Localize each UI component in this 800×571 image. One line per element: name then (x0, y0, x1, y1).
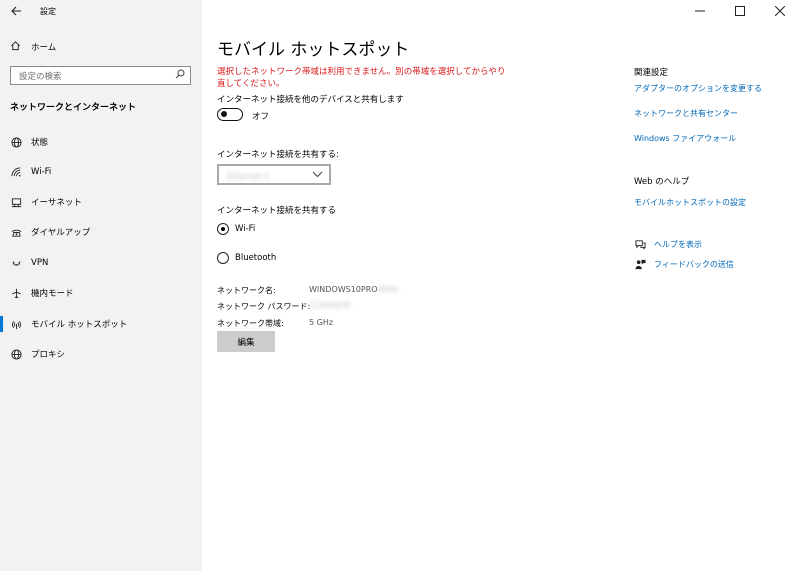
section-heading: ネットワークとインターネット (10, 103, 137, 113)
link-windows-firewall[interactable]: Windows ファイアウォール (634, 133, 736, 144)
password-label: ネットワーク パスワード: (217, 302, 311, 311)
radio-bluetooth[interactable]: Bluetooth (217, 252, 276, 264)
chevron-down-icon (312, 171, 323, 181)
sidebar: 設定 ホーム 設定の検索 ネットワークとインターネット 状態 Wi-Fi イーサ… (0, 0, 202, 571)
sidebar-item-ethernet[interactable]: イーサネット (0, 191, 202, 213)
sidebar-item-label: モバイル ホットスポット (31, 320, 128, 330)
search-icon[interactable] (175, 69, 185, 82)
airplane-icon (10, 287, 22, 299)
band-value: 5 GHz (309, 318, 334, 327)
hotspot-toggle[interactable] (217, 108, 243, 121)
search-input[interactable]: 設定の検索 (10, 66, 191, 85)
network-name-label: ネットワーク名: (217, 286, 276, 295)
radio-wifi[interactable]: Wi-Fi (217, 223, 255, 235)
main-content: モバイル ホットスポット 選択したネットワーク帯域は利用できません。別の帯域を選… (202, 0, 800, 571)
sidebar-item-status[interactable]: 状態 (0, 131, 202, 153)
chat-help-icon (634, 238, 646, 250)
error-message: 選択したネットワーク帯域は利用できません。別の帯域を選択してからやり直してくださ… (217, 67, 506, 89)
home-label: ホーム (31, 43, 57, 53)
share-with-others-label: インターネット接続を他のデバイスと共有します (217, 95, 404, 105)
network-name-value: WINDOWS10PRO 0000 (309, 285, 398, 294)
share-from-label: インターネット接続を共有する: (217, 150, 339, 160)
wifi-icon (10, 166, 22, 178)
share-from-value: Ethernet 2 (227, 172, 270, 181)
sidebar-item-label: ダイヤルアップ (31, 228, 91, 238)
link-adapter-options[interactable]: アダプターのオプションを変更する (634, 83, 762, 94)
password-value: 12345678 (309, 301, 350, 310)
sidebar-item-label: プロキシ (31, 350, 66, 360)
related-settings-heading: 関連設定 (634, 68, 669, 78)
sidebar-item-airplane[interactable]: 機内モード (0, 282, 202, 304)
feedback-row[interactable]: フィードバックの送信 (634, 258, 734, 270)
maximize-icon[interactable] (720, 0, 760, 22)
toggle-state-label: オフ (252, 112, 270, 122)
radio-label: Wi-Fi (235, 224, 256, 234)
hotspot-icon (10, 318, 22, 330)
sidebar-item-label: 状態 (31, 138, 49, 148)
link-network-sharing-center[interactable]: ネットワークと共有センター (634, 108, 738, 119)
sidebar-item-wifi[interactable]: Wi-Fi (0, 161, 202, 183)
globe-icon (10, 348, 22, 360)
home-icon (10, 40, 21, 54)
sidebar-item-proxy[interactable]: プロキシ (0, 343, 202, 365)
link-hotspot-settings-help[interactable]: モバイルホットスポットの設定 (634, 197, 746, 208)
radio-unselected-icon (217, 252, 229, 264)
window-controls (680, 0, 800, 22)
dialup-icon (10, 226, 22, 238)
share-over-label: インターネット接続を共有する (217, 206, 337, 216)
web-help-heading: Web のヘルプ (634, 177, 690, 187)
ethernet-icon (10, 196, 22, 208)
radio-label: Bluetooth (235, 253, 277, 263)
minimize-icon[interactable] (680, 0, 720, 22)
band-label: ネットワーク帯域: (217, 319, 284, 328)
share-from-dropdown[interactable]: Ethernet 2 (217, 164, 331, 185)
globe-icon (10, 136, 22, 148)
sidebar-item-mobile-hotspot[interactable]: モバイル ホットスポット (0, 313, 202, 335)
feedback-link[interactable]: フィードバックの送信 (654, 259, 734, 270)
sidebar-item-label: Wi-Fi (31, 167, 52, 177)
edit-button[interactable]: 編集 (217, 331, 275, 352)
close-icon[interactable] (760, 0, 800, 22)
home-nav[interactable]: ホーム (10, 40, 56, 54)
feedback-icon (634, 258, 646, 270)
sidebar-item-dialup[interactable]: ダイヤルアップ (0, 221, 202, 243)
search-placeholder: 設定の検索 (19, 71, 62, 82)
sidebar-item-label: VPN (31, 258, 49, 268)
page-title: モバイル ホットスポット (217, 40, 410, 60)
sidebar-item-vpn[interactable]: VPN (0, 252, 202, 274)
window-title: 設定 (40, 7, 56, 16)
sidebar-item-label: イーサネット (31, 198, 82, 208)
radio-selected-icon (217, 223, 229, 235)
get-help-link[interactable]: ヘルプを表示 (654, 239, 702, 250)
sidebar-item-label: 機内モード (31, 289, 74, 299)
get-help-row[interactable]: ヘルプを表示 (634, 238, 702, 250)
vpn-icon (10, 257, 22, 269)
back-arrow-icon[interactable] (10, 5, 22, 17)
